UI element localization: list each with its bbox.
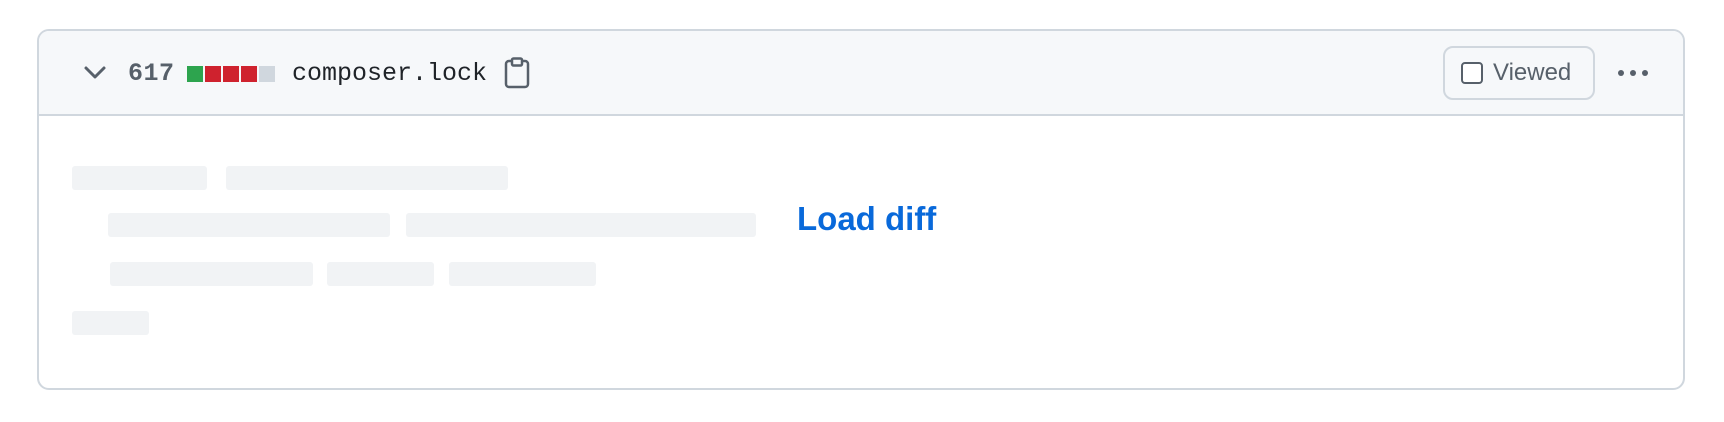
skeleton-line: [110, 262, 313, 286]
skeleton-line: [72, 311, 149, 335]
kebab-dot: [1630, 70, 1636, 76]
load-diff-button[interactable]: Load diff: [797, 197, 936, 241]
skeleton-line: [108, 213, 390, 237]
diffstat-block-neutral: [259, 66, 275, 82]
skeleton-line: [449, 262, 596, 286]
diff-line-count: 617: [128, 59, 175, 88]
file-header: 617 composer.lock Viewed: [39, 31, 1683, 116]
kebab-dot: [1642, 70, 1648, 76]
diff-file-container: 617 composer.lock Viewed Load diff: [37, 29, 1685, 390]
viewed-label: Viewed: [1493, 59, 1572, 86]
diffstat-bar: [187, 66, 275, 84]
skeleton-line: [72, 166, 207, 190]
skeleton-line: [406, 213, 756, 237]
diffstat-block-added: [187, 66, 203, 82]
skeleton-line: [226, 166, 508, 190]
clipboard-icon[interactable]: [502, 57, 532, 89]
diffstat-block-deleted: [205, 66, 221, 82]
diffstat-block-deleted: [241, 66, 257, 82]
file-name-link[interactable]: composer.lock: [292, 56, 487, 92]
kebab-horizontal-icon[interactable]: [1613, 57, 1653, 89]
viewed-checkbox[interactable]: [1461, 62, 1483, 84]
viewed-toggle-button[interactable]: Viewed: [1443, 46, 1595, 100]
diffstat-block-deleted: [223, 66, 239, 82]
kebab-dot: [1618, 70, 1624, 76]
skeleton-line: [327, 262, 434, 286]
chevron-down-icon[interactable]: [81, 61, 109, 85]
